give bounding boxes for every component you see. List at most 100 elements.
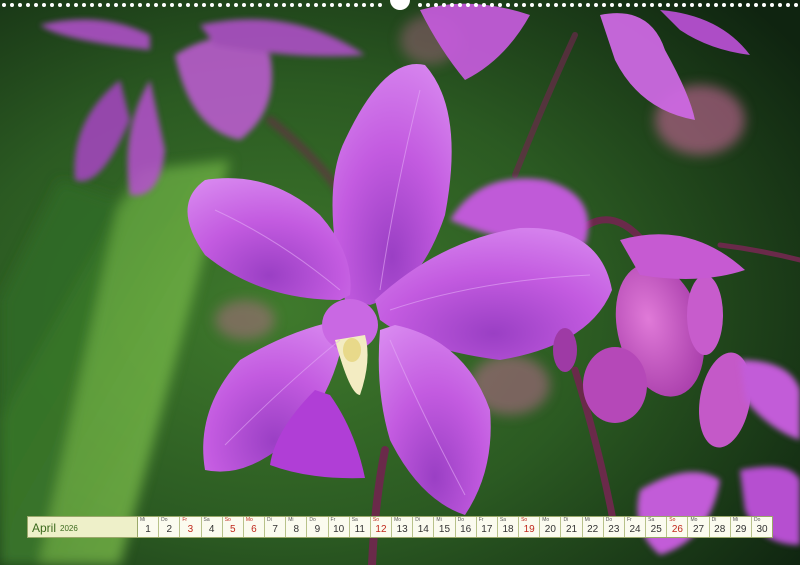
day-number: 27 <box>692 524 705 535</box>
calendar-binding <box>2 0 798 10</box>
binding-hole <box>562 3 566 7</box>
weekday-label: Do <box>309 517 316 523</box>
weekday-label: Mi <box>436 517 442 523</box>
weekday-label: Mo <box>245 517 253 523</box>
binding-hole <box>778 3 782 7</box>
weekday-label: Sa <box>351 517 358 523</box>
calendar-day: Di 7 <box>265 517 287 537</box>
weekday-label: Do <box>457 517 464 523</box>
calendar-day: Do 16 <box>455 517 477 537</box>
binding-hole <box>530 3 534 7</box>
binding-hole <box>138 3 142 7</box>
calendar-day: Fr 17 <box>476 517 498 537</box>
binding-hole <box>122 3 126 7</box>
weekday-label: Sa <box>648 517 655 523</box>
day-number: 3 <box>187 524 194 535</box>
day-number: 4 <box>208 524 215 535</box>
binding-hole <box>370 3 374 7</box>
calendar-day: So 19 <box>519 517 541 537</box>
binding-hole <box>90 3 94 7</box>
weekday-label: Fr <box>182 517 188 523</box>
binding-hole <box>634 3 638 7</box>
binding-hole <box>74 3 78 7</box>
binding-hole <box>178 3 182 7</box>
binding-hole <box>274 3 278 7</box>
binding-hole <box>618 3 622 7</box>
weekday-label: Fr <box>330 517 336 523</box>
day-number: 16 <box>460 524 472 535</box>
binding-hole <box>282 3 286 7</box>
binding-hole <box>586 3 590 7</box>
binding-hole <box>330 3 334 7</box>
weekday-label: Sa <box>203 517 210 523</box>
binding-hole <box>594 3 598 7</box>
binding-hole <box>450 3 454 7</box>
day-number: 20 <box>544 524 556 535</box>
binding-hole <box>354 3 358 7</box>
binding-hole <box>314 3 318 7</box>
binding-hole <box>50 3 54 7</box>
binding-hole <box>730 3 734 7</box>
orchid-photo <box>0 0 800 565</box>
binding-hole <box>722 3 726 7</box>
weekday-label: Do <box>753 517 761 523</box>
day-number: 2 <box>166 524 173 535</box>
calendar-day: Mo 6 <box>243 517 266 537</box>
binding-hole <box>626 3 630 7</box>
binding-hole <box>754 3 758 7</box>
binding-hole <box>250 3 254 7</box>
binding-hole <box>674 3 678 7</box>
binding-hole <box>794 3 798 7</box>
binding-hole <box>26 3 30 7</box>
binding-hole <box>738 3 742 7</box>
day-number: 12 <box>375 524 387 535</box>
calendar-day: Di 28 <box>709 517 731 537</box>
weekday-label: So <box>521 517 528 523</box>
day-number: 15 <box>438 524 451 535</box>
binding-hole <box>290 3 294 7</box>
calendar-day: Sa 18 <box>497 517 520 537</box>
weekday-label: Mo <box>690 517 698 523</box>
binding-hole <box>82 3 86 7</box>
calendar-day: Sa 25 <box>646 517 668 537</box>
day-number: 28 <box>714 524 726 535</box>
binding-hole <box>610 3 614 7</box>
binding-hole <box>474 3 478 7</box>
day-number: 14 <box>417 524 429 535</box>
binding-hole <box>642 3 646 7</box>
binding-hole <box>458 3 462 7</box>
month-label: April 2026 <box>28 517 138 537</box>
binding-hole <box>218 3 222 7</box>
calendar-day: So 5 <box>222 517 244 537</box>
binding-hole <box>650 3 654 7</box>
day-number: 18 <box>502 524 514 535</box>
binding-hole <box>306 3 310 7</box>
calendar-day: Mi 29 <box>730 517 752 537</box>
weekday-label: So <box>669 517 676 523</box>
calendar-day: Mi 1 <box>138 517 160 537</box>
binding-hole <box>42 3 46 7</box>
binding-hole <box>66 3 70 7</box>
calendar-strip: April 2026 Mi 1 Do 2 Fr 3 Sa 4 So 5 Mo 6 Di 7 Mi 8 Do 9 Fr… <box>27 516 773 538</box>
binding-hole <box>538 3 542 7</box>
weekday-label: Fr <box>478 517 484 523</box>
weekday-label: Mo <box>542 517 550 523</box>
weekday-label: Sa <box>499 517 507 523</box>
binding-hole <box>18 3 22 7</box>
calendar-day: Fr 10 <box>328 517 350 537</box>
binding-hole <box>434 3 438 7</box>
day-number: 26 <box>671 524 683 535</box>
binding-hole <box>770 3 774 7</box>
binding-hole <box>146 3 150 7</box>
calendar-day: Do 30 <box>751 517 773 537</box>
weekday-label: So <box>224 517 231 523</box>
weekday-label: Di <box>711 517 717 523</box>
day-number: 13 <box>396 524 408 535</box>
weekday-label: Mi <box>732 517 739 523</box>
binding-hole <box>690 3 694 7</box>
binding-hole <box>482 3 486 7</box>
weekday-label: Mi <box>140 517 146 523</box>
binding-hole <box>346 3 350 7</box>
binding-hole <box>442 3 446 7</box>
calendar-day: So 12 <box>370 517 393 537</box>
